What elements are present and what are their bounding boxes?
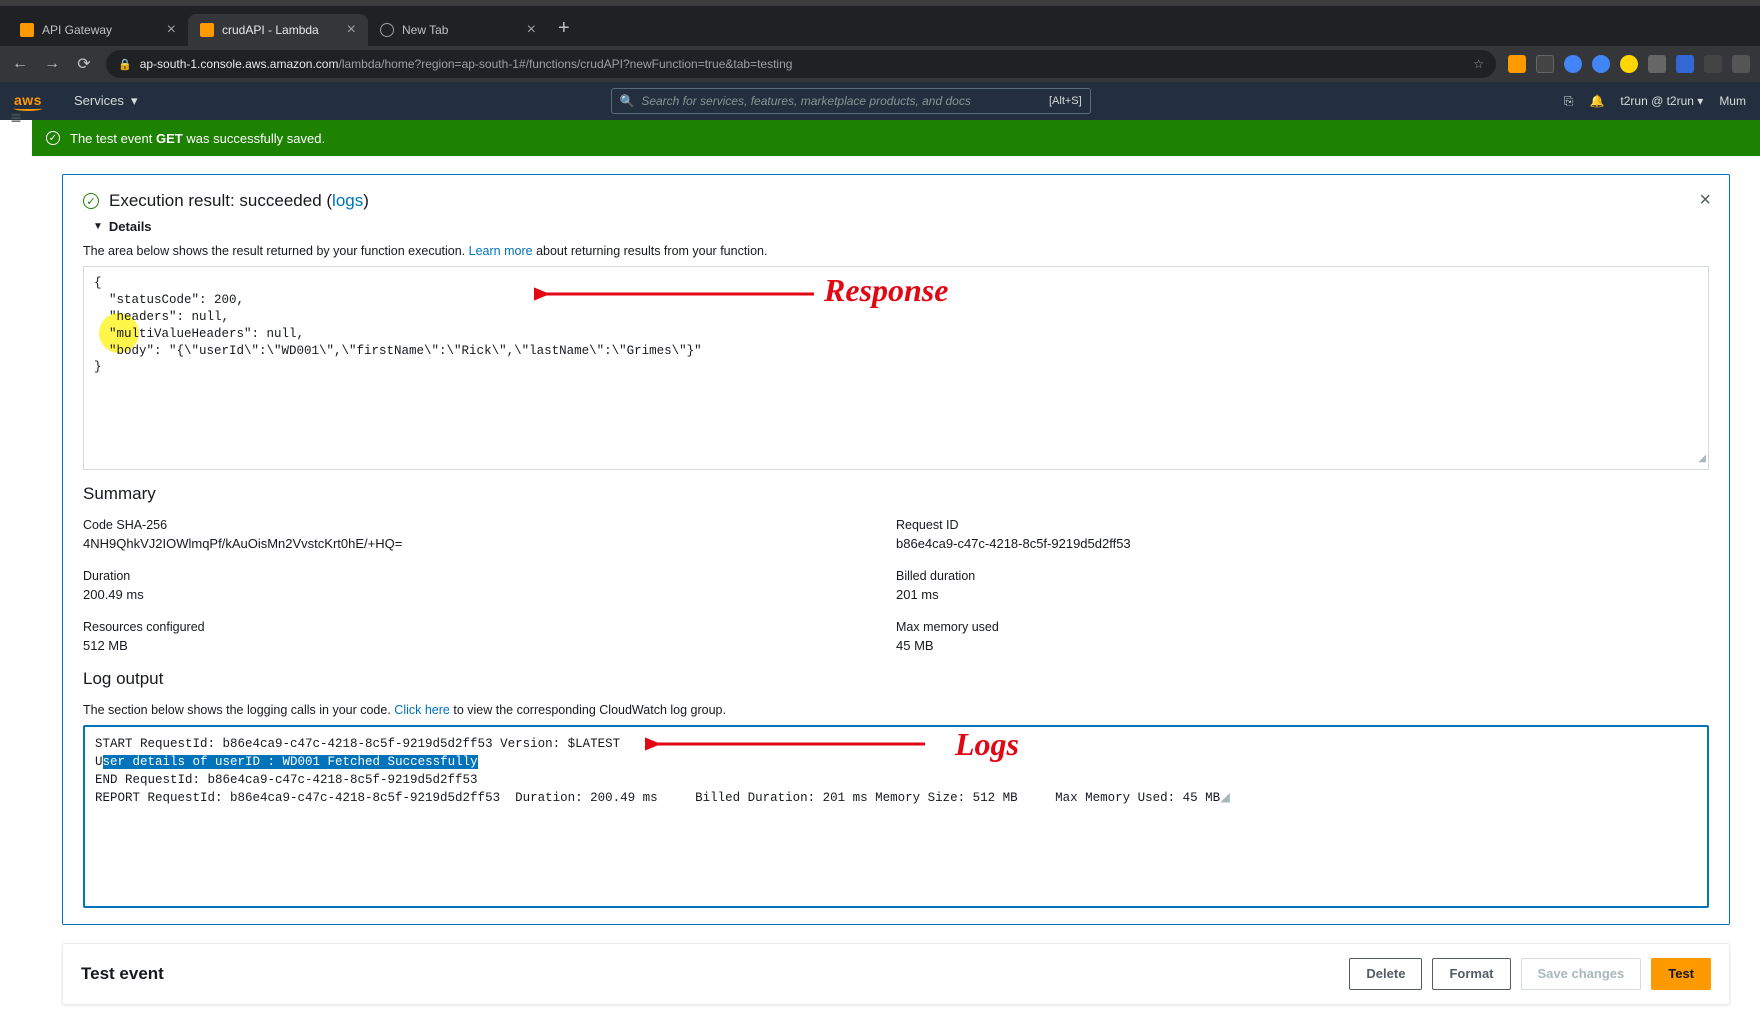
request-id-value: b86e4ca9-c47c-4218-8c5f-9219d5d2ff53 — [896, 536, 1709, 551]
code-sha-value: 4NH9QhkVJ2IOWlmqPf/kAuOisMn2VvstcKrt0hE/… — [83, 536, 896, 551]
result-title: Execution result: succeeded (logs) — [109, 191, 369, 211]
cloudshell-icon[interactable]: ⎘ — [1564, 94, 1574, 109]
success-banner: ✓ The test event GET was successfully sa… — [32, 120, 1760, 156]
annotation-response: Response — [824, 269, 948, 312]
max-memory-label: Max memory used — [896, 620, 1709, 634]
summary-grid: Code SHA-256 4NH9QhkVJ2IOWlmqPf/kAuOisMn… — [83, 518, 1709, 653]
url-text: ap-south-1.console.aws.amazon.com/lambda… — [140, 57, 793, 71]
tab-label: New Tab — [402, 23, 448, 37]
ext-icon[interactable] — [1704, 55, 1722, 73]
browser-toolbar: ← → ⟳ 🔒 ap-south-1.console.aws.amazon.co… — [0, 46, 1760, 82]
aws-header: aws Services ▾ 🔍 Search for services, fe… — [0, 82, 1760, 120]
annotation-logs: Logs — [955, 721, 1019, 767]
ext-icon[interactable] — [1676, 55, 1694, 73]
log-output-heading: Log output — [83, 669, 1709, 689]
tab-label: crudAPI - Lambda — [222, 23, 319, 37]
result-header: ✓ Execution result: succeeded (logs) — [83, 191, 1709, 211]
resize-handle-icon[interactable]: ◢ — [1220, 791, 1230, 805]
response-body-block[interactable]: { "statusCode": 200, "headers": null, "m… — [83, 266, 1709, 470]
code-sha-label: Code SHA-256 — [83, 518, 896, 532]
test-event-card: Test event Delete Format Save changes Te… — [62, 943, 1730, 1005]
close-icon[interactable]: × — [167, 21, 176, 39]
ext-icon[interactable] — [1620, 55, 1638, 73]
log-output-block[interactable]: START RequestId: b86e4ca9-c47c-4218-8c5f… — [83, 725, 1709, 908]
details-toggle[interactable]: ▼ Details — [93, 219, 1709, 234]
learn-more-link[interactable]: Learn more — [469, 244, 533, 258]
browser-tab-api-gateway[interactable]: API Gateway × — [8, 14, 188, 46]
resize-handle-icon[interactable]: ◢ — [1698, 453, 1706, 467]
logs-link[interactable]: logs — [332, 191, 363, 210]
ext-icon[interactable] — [1592, 55, 1610, 73]
notifications-icon[interactable]: 🔔 — [1589, 94, 1604, 108]
search-icon: 🔍 — [620, 94, 635, 108]
url-bar[interactable]: 🔒 ap-south-1.console.aws.amazon.com/lamb… — [106, 50, 1496, 78]
region-menu[interactable]: Mum — [1719, 94, 1746, 108]
test-button[interactable]: Test — [1651, 958, 1711, 990]
request-id-label: Request ID — [896, 518, 1709, 532]
annotation-arrow — [645, 731, 925, 757]
back-icon[interactable]: ← — [10, 55, 30, 73]
result-description: The area below shows the result returned… — [83, 244, 1709, 258]
browser-tab-bar: API Gateway × crudAPI - Lambda × New Tab… — [0, 6, 1760, 46]
extension-icons — [1508, 55, 1750, 73]
execution-result-card: × ✓ Execution result: succeeded (logs) ▼… — [62, 174, 1730, 925]
annotation-arrow — [534, 279, 814, 309]
duration-label: Duration — [83, 569, 896, 583]
success-check-icon: ✓ — [46, 131, 60, 145]
browser-tab-lambda[interactable]: crudAPI - Lambda × — [188, 14, 368, 46]
browser-tab-newtab[interactable]: New Tab × — [368, 14, 548, 46]
test-event-title: Test event — [81, 964, 164, 984]
new-tab-button[interactable]: + — [548, 17, 580, 40]
delete-button[interactable]: Delete — [1349, 958, 1422, 990]
billed-duration-value: 201 ms — [896, 587, 1709, 602]
caret-down-icon: ▼ — [93, 221, 103, 232]
account-menu[interactable]: t2run @ t2run ▾ — [1620, 94, 1703, 108]
resources-value: 512 MB — [83, 638, 896, 653]
ext-icon[interactable] — [1732, 55, 1750, 73]
ext-icon[interactable] — [1648, 55, 1666, 73]
ext-icon[interactable] — [1536, 55, 1554, 73]
close-icon[interactable]: × — [1699, 189, 1711, 212]
save-changes-button: Save changes — [1521, 958, 1642, 990]
close-icon[interactable]: × — [527, 21, 536, 39]
tab-label: API Gateway — [42, 23, 112, 37]
duration-value: 200.49 ms — [83, 587, 896, 602]
max-memory-value: 45 MB — [896, 638, 1709, 653]
resources-label: Resources configured — [83, 620, 896, 634]
success-check-icon: ✓ — [83, 193, 99, 209]
summary-heading: Summary — [83, 484, 1709, 504]
format-button[interactable]: Format — [1432, 958, 1510, 990]
ext-icon[interactable] — [1564, 55, 1582, 73]
star-icon[interactable]: ☆ — [1473, 57, 1484, 71]
click-here-link[interactable]: Click here — [394, 703, 450, 717]
ext-icon[interactable] — [1508, 55, 1526, 73]
log-description: The section below shows the logging call… — [83, 703, 1709, 717]
lock-icon: 🔒 — [118, 58, 132, 71]
forward-icon[interactable]: → — [42, 55, 62, 73]
search-input[interactable]: 🔍 Search for services, features, marketp… — [611, 88, 1091, 114]
billed-duration-label: Billed duration — [896, 569, 1709, 583]
services-menu[interactable]: Services ▾ — [74, 93, 138, 109]
side-panel-toggle[interactable]: ≡ — [4, 108, 28, 129]
banner-text: The test event GET was successfully save… — [70, 131, 325, 146]
close-icon[interactable]: × — [347, 21, 356, 39]
reload-icon[interactable]: ⟳ — [74, 54, 94, 74]
